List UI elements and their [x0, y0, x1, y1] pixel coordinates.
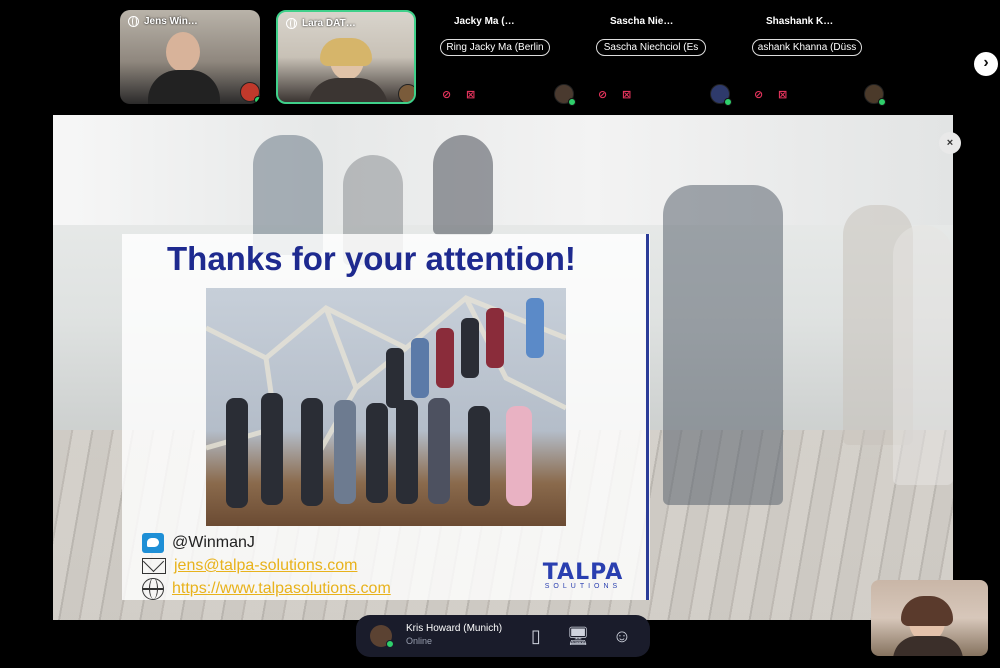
participant-strip: Jens Win… Lara DAT… Jacky Ma (… Ring Jac… [0, 0, 1000, 110]
screen-icon: 🖥 [566, 626, 590, 646]
brand-name: TALPA [542, 560, 624, 585]
screen-share-button[interactable]: 🖥 [566, 624, 590, 648]
background-person [433, 135, 493, 235]
online-status-dot [386, 640, 394, 648]
globe-icon [286, 18, 297, 29]
email-contact: jens@talpa-solutions.com [142, 557, 357, 575]
close-icon: × [946, 137, 954, 149]
background-person [663, 185, 783, 505]
participant-name: Sascha Nie… [610, 16, 674, 27]
participant-video [166, 32, 200, 72]
globe-icon [128, 16, 139, 27]
twitter-handle: @WinmanJ [172, 534, 255, 551]
self-view-hair [901, 596, 953, 626]
twitter-contact: @WinmanJ [142, 533, 255, 553]
mic-off-icon: ⊘ [598, 89, 608, 101]
self-view-body [893, 636, 963, 656]
website-link[interactable]: https://www.talpasolutions.com [172, 580, 391, 598]
participant-tile-jens[interactable]: Jens Win… [120, 10, 260, 104]
team-photo-wall-pattern [206, 295, 566, 508]
emoji-icon: ☺ [612, 626, 632, 646]
participant-full-name-pill: ashank Khanna (Düss [752, 39, 862, 56]
talpa-logo: TALPA SOLUTIONS [538, 560, 628, 590]
participant-tile-jacky[interactable]: Jacky Ma (… Ring Jacky Ma (Berlin ⊘ ⊠ [426, 10, 576, 106]
participant-tile-sascha[interactable]: Sascha Nie… Sascha Niechciol (Es ⊘ ⊠ [582, 10, 732, 106]
online-status-dot [724, 98, 732, 106]
mic-off-icon: ⊘ [754, 89, 764, 101]
camera-off-icon: ⊠ [778, 89, 788, 101]
participant-video-body [308, 78, 388, 102]
next-participants-button[interactable]: › [974, 52, 998, 76]
slide-background-windows [53, 115, 953, 225]
participant-tile-shashank[interactable]: Shashank K… ashank Khanna (Düss ⊘ ⊠ [738, 10, 886, 106]
website-contact: https://www.talpasolutions.com [142, 578, 391, 600]
mic-off-icon: ⊘ [442, 89, 452, 101]
slide-title: Thanks for your attention! [167, 240, 576, 277]
online-status-dot [568, 98, 576, 106]
participant-hair [320, 38, 372, 66]
map-icon: ▯ [531, 626, 541, 646]
current-user-name: Kris Howard (Munich) [406, 623, 503, 634]
online-status-dot [254, 96, 260, 104]
participant-name: Lara DAT… [286, 18, 356, 29]
globe-icon [142, 578, 164, 600]
map-button[interactable]: ▯ [524, 624, 548, 648]
online-status-dot [878, 98, 886, 106]
participant-tile-lara[interactable]: Lara DAT… [276, 10, 416, 104]
meeting-window: Jens Win… Lara DAT… Jacky Ma (… Ring Jac… [0, 0, 1000, 668]
slide-panel-edge [646, 234, 649, 600]
team-photo [206, 288, 566, 526]
self-view-video[interactable] [871, 580, 988, 656]
participant-name: Jacky Ma (… [454, 16, 515, 27]
chevron-right-icon: › [983, 54, 989, 71]
current-user-status: Online [406, 636, 433, 646]
background-person [893, 225, 953, 485]
brand-subtitle: SOLUTIONS [544, 583, 622, 590]
mail-icon [142, 558, 166, 574]
camera-off-icon: ⊠ [466, 89, 476, 101]
email-link[interactable]: jens@talpa-solutions.com [174, 557, 357, 575]
participant-full-name-pill: Ring Jacky Ma (Berlin [440, 39, 550, 56]
emoji-button[interactable]: ☺ [610, 624, 634, 648]
close-screen-share-button[interactable]: × [939, 132, 961, 154]
participant-name: Jens Win… [128, 16, 198, 27]
online-status-dot [412, 98, 414, 102]
bottom-toolbar: Kris Howard (Munich) Online ▯ 🖥 ☺ [356, 615, 650, 657]
participant-full-name-pill: Sascha Niechciol (Es [596, 39, 706, 56]
participant-video-body [148, 70, 220, 104]
camera-off-icon: ⊠ [622, 89, 632, 101]
participant-name: Shashank K… [766, 16, 834, 27]
